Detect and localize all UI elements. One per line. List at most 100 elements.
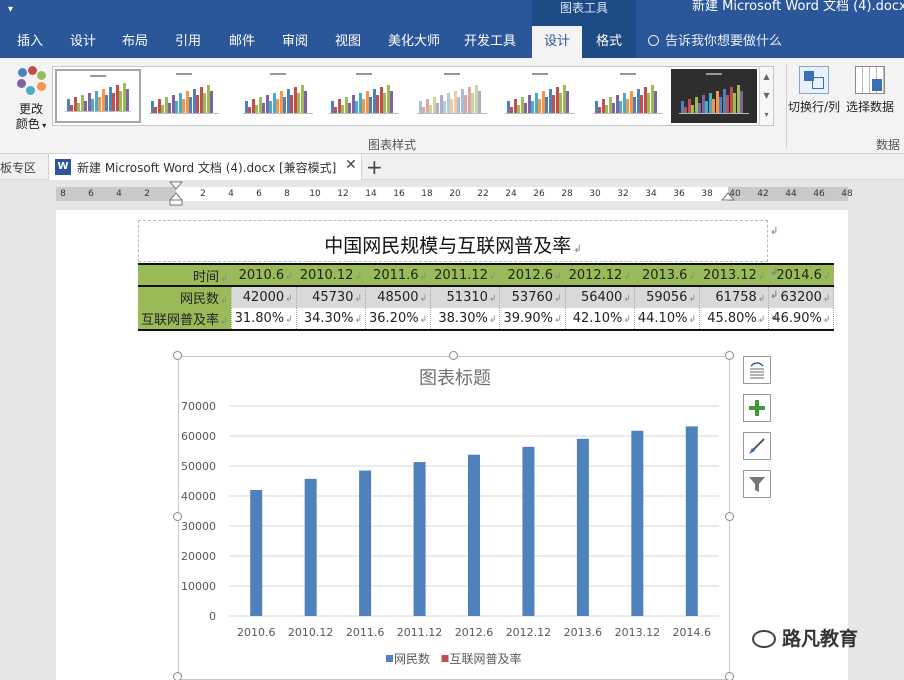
table-cell[interactable]: 45730↲ bbox=[296, 286, 367, 308]
table-cell[interactable]: 63200↲ bbox=[768, 286, 835, 308]
chart-style-thumbnail[interactable] bbox=[671, 69, 757, 123]
gallery-more-icon[interactable]: ▾ bbox=[760, 105, 773, 124]
table-cell-text: 61758 bbox=[715, 290, 757, 305]
gallery-down-icon[interactable]: ▼ bbox=[760, 86, 773, 105]
select-data-button[interactable]: 选择数据 bbox=[844, 66, 896, 115]
tab-developer[interactable]: 开发工具 bbox=[458, 26, 522, 58]
table-cell[interactable]: 2013.6↲ bbox=[634, 263, 701, 287]
quick-access-dropdown-icon[interactable]: ▾ bbox=[8, 4, 13, 15]
heading-textbox[interactable]: 中国网民规模与互联网普及率 ↲ bbox=[138, 220, 768, 262]
doc-tab-label: 新建 Microsoft Word 文档 (4).docx [兼容模式] bbox=[77, 161, 337, 175]
chart-style-thumbnail[interactable] bbox=[55, 69, 141, 123]
table-cell[interactable]: 2014.6↲ bbox=[768, 263, 835, 287]
table-cell-text: 2013.6 bbox=[641, 267, 688, 283]
tell-me-search[interactable]: 告诉我你想要做什么 bbox=[648, 26, 782, 58]
resize-handle-top[interactable] bbox=[449, 351, 458, 360]
table-cell[interactable]: 48500↲ bbox=[365, 286, 432, 308]
tab-design-page[interactable]: 设计 bbox=[62, 26, 104, 58]
tab-references[interactable]: 引用 bbox=[166, 26, 210, 58]
chart-style-thumbnail[interactable] bbox=[585, 69, 671, 123]
tab-mailings[interactable]: 邮件 bbox=[220, 26, 264, 58]
table-cell[interactable]: 31.80%↲ bbox=[231, 308, 297, 331]
ruler-tick-label: 4 bbox=[228, 189, 234, 199]
chart-styles-button[interactable] bbox=[743, 432, 771, 460]
table-cell[interactable]: 45.80%↲ bbox=[699, 308, 770, 331]
tab-view[interactable]: 视图 bbox=[326, 26, 370, 58]
switch-row-column-button[interactable]: 切换行/列 bbox=[786, 66, 842, 115]
table-cell[interactable]: 2010.12↲ bbox=[296, 263, 367, 287]
tab-insert[interactable]: 插入 bbox=[10, 26, 50, 58]
table-cell[interactable]: 2012.12↲ bbox=[565, 263, 635, 287]
chart-style-thumbnail[interactable] bbox=[497, 69, 583, 123]
y-tick-label: 0 bbox=[209, 610, 216, 623]
table-cell[interactable]: 61758↲ bbox=[699, 286, 770, 308]
x-tick-label: 2011.12 bbox=[397, 626, 443, 639]
doc-tab-active[interactable]: W 新建 Microsoft Word 文档 (4).docx [兼容模式] ✕ bbox=[48, 154, 362, 180]
table-cell[interactable]: 53760↲ bbox=[499, 286, 566, 308]
table-cell[interactable]: 44.10%↲ bbox=[634, 308, 701, 331]
chart-styles-gallery[interactable]: ▲ ▼ ▾ bbox=[52, 66, 774, 126]
ruler-tick-label: 6 bbox=[256, 189, 262, 199]
ruler-tick-label: 20 bbox=[449, 189, 461, 199]
table-cell[interactable]: 2011.12↲ bbox=[430, 263, 501, 287]
row-end-mark: ↲ bbox=[770, 267, 779, 278]
resize-handle-top-right[interactable] bbox=[725, 351, 734, 360]
table-cell[interactable]: 42.10%↲ bbox=[565, 308, 635, 331]
table-cell[interactable]: 34.30%↲ bbox=[296, 308, 367, 331]
table-cell-text: 2013.12 bbox=[703, 267, 757, 283]
change-colors-button[interactable]: 更改 颜色 ▾ bbox=[10, 66, 52, 138]
table-cell[interactable]: 2012.6↲ bbox=[499, 263, 566, 287]
resize-handle-right[interactable] bbox=[725, 512, 734, 521]
horizontal-ruler[interactable]: 8 6 4 2 2 4 6 8 10 12 14 16 18 20 22 24 26 28 30 32 34 36 38 40… bbox=[0, 180, 904, 206]
ruler-tick-label: 46 bbox=[813, 189, 825, 199]
tab-review[interactable]: 审阅 bbox=[274, 26, 316, 58]
layout-options-button[interactable] bbox=[743, 356, 771, 384]
tab-beautify-master[interactable]: 美化大师 bbox=[380, 26, 448, 58]
table-cell[interactable]: 2013.12↲ bbox=[699, 263, 770, 287]
table-cell-text: 2010.6 bbox=[238, 267, 285, 283]
table-cell[interactable]: 39.90%↲ bbox=[499, 308, 566, 331]
tab-layout[interactable]: 布局 bbox=[114, 26, 156, 58]
tab-chart-format[interactable]: 格式 bbox=[582, 26, 636, 58]
table-cell[interactable]: 42000↲ bbox=[231, 286, 297, 308]
gallery-scrollbar[interactable]: ▲ ▼ ▾ bbox=[759, 67, 773, 125]
table-cell[interactable]: 2010.6↲ bbox=[231, 263, 297, 287]
chart-style-thumbnail[interactable] bbox=[141, 69, 227, 123]
ruler-tick-label: 14 bbox=[365, 189, 377, 199]
doc-tab-previous[interactable]: 板专区 bbox=[0, 159, 36, 176]
table-row-header-cell[interactable]: 网民数↲ bbox=[138, 286, 232, 308]
table-cell[interactable]: 59056↲ bbox=[634, 286, 701, 308]
chart-style-thumbnail[interactable] bbox=[409, 69, 495, 123]
table-cell[interactable]: 36.20%↲ bbox=[365, 308, 432, 331]
chart-elements-button[interactable] bbox=[743, 394, 771, 422]
table-cell-text: 38.30% bbox=[438, 311, 488, 326]
y-tick-label: 50000 bbox=[181, 460, 216, 473]
resize-handle-left[interactable] bbox=[173, 512, 182, 521]
table-cell[interactable]: 38.30%↲ bbox=[430, 308, 501, 331]
resize-handle-top-left[interactable] bbox=[173, 351, 182, 360]
chart-elements-plus-icon bbox=[749, 400, 765, 416]
resize-handle-bottom-right[interactable] bbox=[725, 672, 734, 680]
table-cell[interactable]: 2011.6↲ bbox=[365, 263, 432, 287]
ruler-tick-label: 44 bbox=[785, 189, 797, 199]
tab-chart-design[interactable]: 设计 bbox=[532, 26, 582, 58]
table-cell[interactable]: 56400↲ bbox=[565, 286, 635, 308]
close-icon[interactable]: ✕ bbox=[345, 157, 357, 173]
table-cell[interactable]: 46.90%↲ bbox=[768, 308, 835, 331]
y-tick-label: 70000 bbox=[181, 400, 216, 413]
resize-handle-bottom-left[interactable] bbox=[173, 672, 182, 680]
gallery-up-icon[interactable]: ▲ bbox=[760, 67, 773, 86]
new-tab-plus-icon[interactable]: + bbox=[366, 154, 383, 180]
select-data-label: 选择数据 bbox=[845, 100, 894, 114]
table-row-header-cell[interactable]: 时间↲ bbox=[138, 263, 232, 287]
column-chart[interactable]: 图表标题 0 10000 20000 30000 40000 50000 60000 70000… bbox=[179, 357, 731, 680]
table-cell[interactable]: 51310↲ bbox=[430, 286, 501, 308]
table-cell-text: 45730 bbox=[312, 290, 354, 305]
chart-style-thumbnail[interactable] bbox=[321, 69, 407, 123]
data-table[interactable]: 时间↲ 2010.6↲ 2010.12↲ 2011.6↲ 2011.12↲ 2012.6↲… bbox=[138, 263, 835, 331]
table-row-header-cell[interactable]: 互联网普及率↲ bbox=[138, 308, 232, 331]
chart-filters-button[interactable] bbox=[743, 470, 771, 498]
table-cell-text: 53760 bbox=[511, 290, 554, 305]
chart-style-thumbnail[interactable] bbox=[235, 69, 321, 123]
chart-frame[interactable]: 图表标题 0 10000 20000 30000 40000 50000 60000 70000… bbox=[178, 356, 730, 680]
